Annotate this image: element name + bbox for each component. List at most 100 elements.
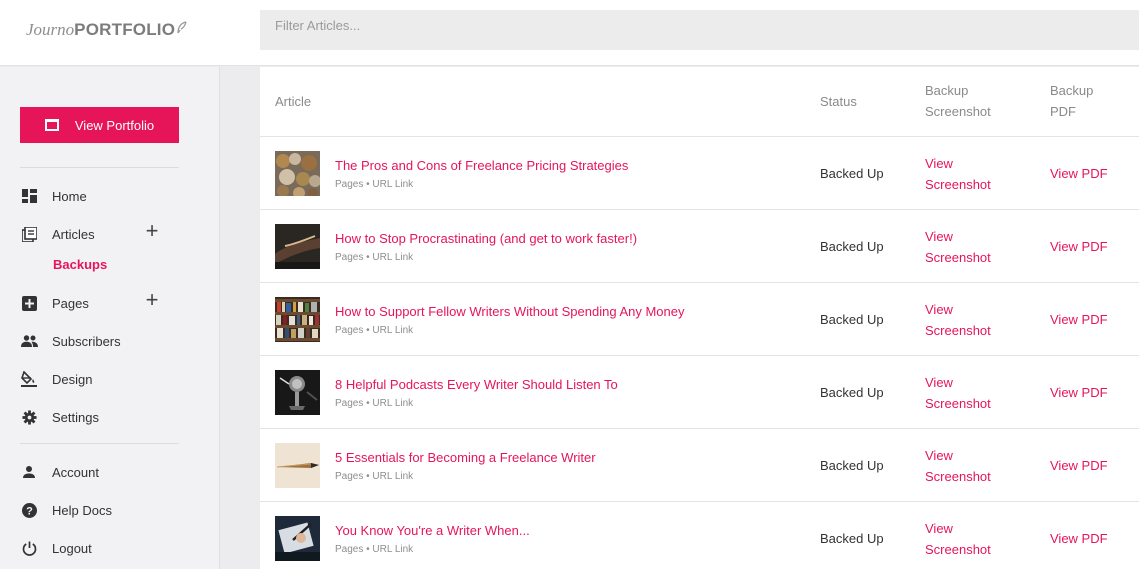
- view-pdf-link[interactable]: View PDF: [1050, 166, 1108, 181]
- article-title-link[interactable]: 8 Helpful Podcasts Every Writer Should L…: [335, 377, 618, 392]
- header-line: Screenshot: [925, 104, 991, 119]
- sidebar-item-label: Pages: [52, 295, 89, 311]
- sidebar-item-home[interactable]: Home: [20, 184, 200, 208]
- article-thumbnail[interactable]: [275, 151, 321, 199]
- article-thumbnail[interactable]: [275, 516, 320, 561]
- people-icon: [20, 332, 38, 350]
- view-pdf-link[interactable]: View PDF: [1050, 531, 1108, 546]
- table-row: You Know You're a Writer When... Pages •…: [260, 502, 1139, 569]
- link-line: Screenshot: [925, 323, 991, 338]
- logo[interactable]: Journo PORTFOLIO: [26, 20, 188, 40]
- sidebar-divider: [20, 443, 179, 444]
- sidebar-item-help-docs[interactable]: ? Help Docs: [20, 498, 200, 522]
- view-pdf-link[interactable]: View PDF: [1050, 458, 1108, 473]
- table-row: How to Stop Procrastinating (and get to …: [260, 210, 1139, 283]
- link-line: View: [925, 302, 953, 317]
- view-screenshot-link[interactable]: View Screenshot: [925, 226, 1015, 268]
- sidebar-item-settings[interactable]: Settings: [20, 405, 200, 429]
- backups-table: Article Status Backup Screenshot Backup …: [260, 67, 1139, 569]
- link-line: View: [925, 375, 953, 390]
- sidebar-divider: [20, 167, 179, 168]
- sidebar-item-label: Subscribers: [52, 333, 121, 349]
- dashboard-icon: [20, 187, 38, 205]
- add-article-button[interactable]: +: [143, 220, 161, 244]
- sidebar-item-label: Home: [52, 188, 87, 204]
- svg-text:?: ?: [26, 505, 33, 517]
- view-screenshot-link[interactable]: View Screenshot: [925, 153, 1015, 195]
- link-line: View: [925, 521, 953, 536]
- power-icon: [20, 539, 38, 557]
- article-thumbnail[interactable]: [275, 224, 320, 269]
- feather-icon: [176, 21, 188, 38]
- sidebar-subitem-backups[interactable]: Backups: [53, 257, 107, 272]
- logo-portfolio-text: PORTFOLIO: [74, 20, 176, 39]
- article-thumbnail[interactable]: [275, 370, 320, 415]
- article-title-link[interactable]: You Know You're a Writer When...: [335, 523, 530, 538]
- top-bar: Journo PORTFOLIO: [0, 0, 1139, 66]
- pages-icon: [20, 294, 38, 312]
- header-line: PDF: [1050, 104, 1076, 119]
- column-header-status: Status: [820, 94, 857, 109]
- view-portfolio-button[interactable]: View Portfolio: [20, 107, 179, 143]
- window-icon: [44, 119, 59, 131]
- article-title-link[interactable]: How to Stop Procrastinating (and get to …: [335, 231, 637, 246]
- sidebar-item-design[interactable]: Design: [20, 367, 200, 391]
- view-screenshot-link[interactable]: View Screenshot: [925, 518, 1015, 560]
- article-meta: Pages • URL Link: [335, 325, 414, 336]
- column-header-backup-pdf: Backup PDF: [1050, 80, 1093, 122]
- link-line: View: [925, 156, 953, 171]
- add-page-button[interactable]: +: [143, 289, 161, 313]
- person-icon: [20, 463, 38, 481]
- view-pdf-link[interactable]: View PDF: [1050, 385, 1108, 400]
- sidebar-item-label: Help Docs: [52, 502, 112, 518]
- sidebar-item-label: Design: [52, 371, 93, 387]
- sidebar-item-subscribers[interactable]: Subscribers: [20, 329, 200, 353]
- view-pdf-link[interactable]: View PDF: [1050, 239, 1108, 254]
- view-screenshot-link[interactable]: View Screenshot: [925, 299, 1015, 341]
- article-meta: Pages • URL Link: [335, 252, 414, 263]
- header-line: Backup: [925, 83, 969, 98]
- link-line: Screenshot: [925, 177, 991, 192]
- article-title-link[interactable]: 5 Essentials for Becoming a Freelance Wr…: [335, 450, 596, 465]
- status-text: Backed Up: [820, 531, 884, 546]
- article-thumbnail[interactable]: [275, 297, 320, 342]
- status-text: Backed Up: [820, 239, 884, 254]
- link-line: Screenshot: [925, 469, 991, 484]
- gear-icon: [20, 408, 38, 426]
- table-row: How to Support Fellow Writers Without Sp…: [260, 283, 1139, 356]
- link-line: View: [925, 229, 953, 244]
- link-line: View: [925, 448, 953, 463]
- view-portfolio-label: View Portfolio: [74, 117, 155, 133]
- article-title-link[interactable]: The Pros and Cons of Freelance Pricing S…: [335, 158, 628, 173]
- table-header: Article Status Backup Screenshot Backup …: [260, 67, 1139, 137]
- logo-journo-text: Journo: [26, 20, 75, 39]
- article-meta: Pages • URL Link: [335, 179, 414, 190]
- article-thumbnail[interactable]: [275, 443, 320, 488]
- table-row: The Pros and Cons of Freelance Pricing S…: [260, 137, 1139, 210]
- status-text: Backed Up: [820, 385, 884, 400]
- sidebar-item-label: Logout: [52, 540, 92, 556]
- sidebar: View Portfolio Home Articles + Backups P…: [0, 67, 220, 569]
- table-row: 5 Essentials for Becoming a Freelance Wr…: [260, 429, 1139, 502]
- view-screenshot-link[interactable]: View Screenshot: [925, 372, 1015, 414]
- sidebar-item-pages[interactable]: Pages: [20, 291, 200, 315]
- status-text: Backed Up: [820, 312, 884, 327]
- sidebar-item-articles[interactable]: Articles: [20, 222, 200, 246]
- article-title-link[interactable]: How to Support Fellow Writers Without Sp…: [335, 304, 684, 319]
- link-line: Screenshot: [925, 542, 991, 557]
- sidebar-item-label: Articles: [52, 226, 95, 242]
- paint-bucket-icon: [20, 370, 38, 388]
- filter-articles-input[interactable]: [260, 10, 1139, 50]
- link-line: Screenshot: [925, 396, 991, 411]
- sidebar-item-logout[interactable]: Logout: [20, 536, 200, 560]
- help-icon: ?: [20, 501, 38, 519]
- view-screenshot-link[interactable]: View Screenshot: [925, 445, 1015, 487]
- view-pdf-link[interactable]: View PDF: [1050, 312, 1108, 327]
- articles-icon: [20, 225, 38, 243]
- table-row: 8 Helpful Podcasts Every Writer Should L…: [260, 356, 1139, 429]
- sidebar-item-account[interactable]: Account: [20, 460, 200, 484]
- article-meta: Pages • URL Link: [335, 471, 414, 482]
- header-line: Backup: [1050, 83, 1094, 98]
- column-header-backup-screenshot: Backup Screenshot: [925, 80, 991, 122]
- status-text: Backed Up: [820, 458, 884, 473]
